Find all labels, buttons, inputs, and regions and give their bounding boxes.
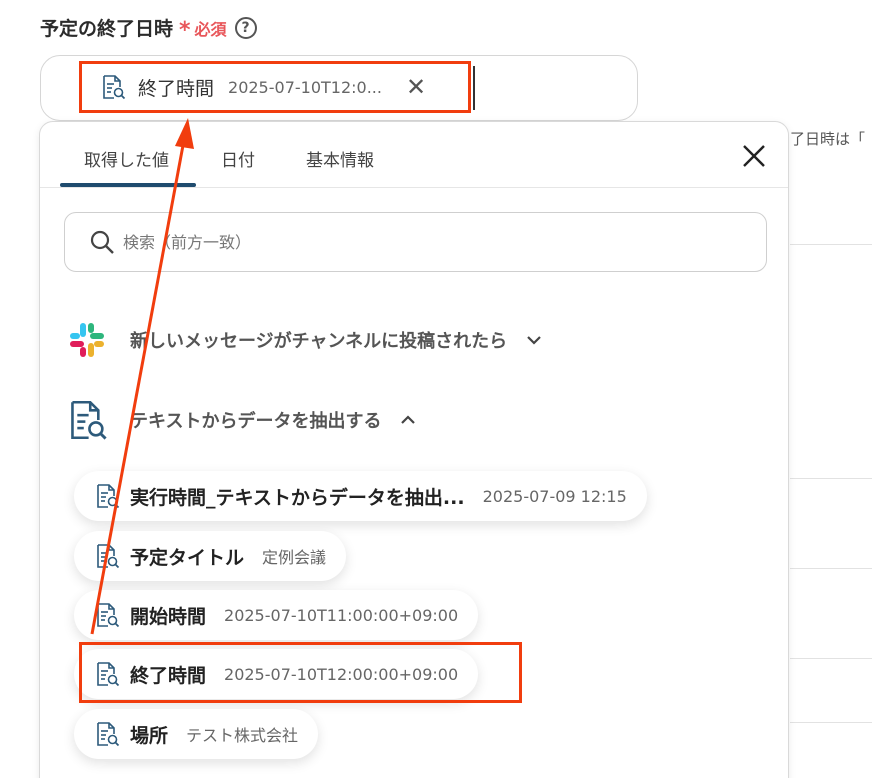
item-label: 終了時間 [130, 664, 207, 687]
background-divider [790, 478, 872, 479]
item-label: 場所 [130, 724, 169, 747]
document-search-icon [94, 661, 120, 687]
section-slack-label: 新しいメッセージがチャンネルに投稿されたら [130, 331, 508, 352]
value-picker-panel: 取得した値 日付 基本情報 新しいメッセージがチャンネルに投稿されたら [39, 121, 789, 778]
required-text: 必須 [194, 19, 227, 39]
list-item[interactable]: 実行時間_テキストからデータを抽出... 2025-07-09 12:15 [74, 471, 647, 521]
list-item[interactable]: 場所 テスト株式会社 [74, 709, 319, 759]
text-caret [473, 66, 475, 110]
tab-date[interactable]: 日付 [221, 146, 255, 171]
item-value: 2025-07-10T12:00:00+09:00 [224, 664, 459, 684]
item-label: 実行時間_テキストからデータを抽出... [130, 486, 465, 509]
search-input[interactable] [123, 232, 683, 252]
active-tab-indicator [60, 183, 196, 187]
item-value: 2025-07-09 12:15 [482, 486, 627, 506]
section-extract-text[interactable]: テキストからデータを抽出する [66, 399, 417, 441]
help-icon[interactable]: ? [234, 16, 257, 39]
item-value: 2025-07-10T11:00:00+09:00 [224, 605, 459, 625]
slack-icon [70, 323, 104, 357]
document-search-icon [94, 602, 120, 628]
item-label: 開始時間 [130, 605, 207, 628]
list-item[interactable]: 開始時間 2025-07-10T11:00:00+09:00 [74, 590, 479, 640]
chevron-down-icon [527, 336, 541, 345]
chip-remove-icon[interactable]: ✕ [406, 75, 426, 99]
tab-bar: 取得した値 日付 基本情報 [40, 122, 788, 188]
tab-retrieved-values[interactable]: 取得した値 [84, 146, 169, 171]
document-search-icon [100, 74, 126, 100]
search-icon [90, 230, 114, 254]
selected-chip-label: 終了時間 [138, 77, 215, 100]
background-hint-text: 了日時は「 [790, 130, 866, 148]
list-item-end-time[interactable]: 終了時間 2025-07-10T12:00:00+09:00 [74, 649, 479, 699]
close-icon[interactable] [738, 140, 770, 172]
item-label: 予定タイトル [130, 546, 245, 569]
required-star: * [179, 17, 191, 43]
field-label: 予定の終了日時 * 必須 ? [40, 14, 257, 41]
field-label-text: 予定の終了日時 [40, 18, 174, 40]
document-search-icon [94, 721, 120, 747]
item-value: テスト株式会社 [186, 726, 299, 745]
chevron-up-icon [401, 415, 416, 424]
document-search-icon [94, 483, 120, 509]
section-extract-label: テキストからデータを抽出する [130, 411, 382, 432]
item-value: 定例会議 [262, 548, 327, 567]
background-divider [790, 568, 872, 569]
list-item[interactable]: 予定タイトル 定例会議 [74, 531, 347, 581]
background-divider [790, 244, 872, 245]
selected-chip-value: 2025-07-10T12:0... [228, 77, 382, 97]
document-search-icon [66, 399, 108, 441]
background-divider [790, 722, 872, 723]
tab-basic-info[interactable]: 基本情報 [306, 146, 374, 171]
section-slack-trigger[interactable]: 新しいメッセージがチャンネルに投稿されたら [66, 319, 543, 361]
document-search-icon [94, 543, 120, 569]
selected-value-chip[interactable]: 終了時間 2025-07-10T12:0... ✕ [82, 64, 441, 110]
background-divider [790, 658, 872, 659]
search-box[interactable] [64, 212, 767, 272]
